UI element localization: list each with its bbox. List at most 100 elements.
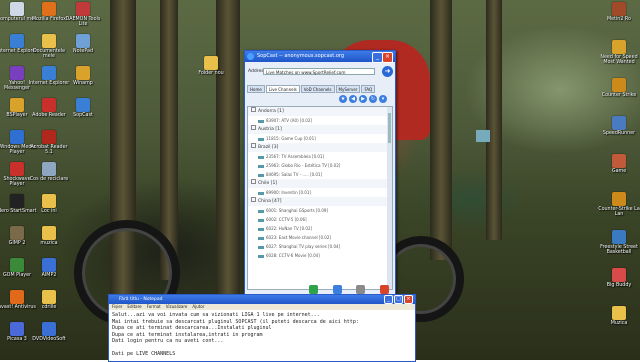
desktop-icon[interactable]: SpeedRunner xyxy=(598,116,640,136)
desktop-icon[interactable]: Cos de reciclare xyxy=(28,162,70,182)
sopcast-title: SopCast -- anonymous.sopcast.org xyxy=(257,53,345,59)
desktop-icon[interactable]: DVDVideoSoft xyxy=(28,322,70,342)
desktop-icon-label: Freestyle Street Basketball xyxy=(600,245,638,256)
channel-label: 6028: CCTV-6 Movie [0.04] xyxy=(266,253,320,258)
desktop-icon[interactable]: DAEMON Tools Lite xyxy=(62,2,104,28)
collapse-box-icon[interactable] xyxy=(251,197,256,202)
channel-item[interactable]: 6002: CCTV-5 [0.06] xyxy=(248,215,392,224)
channel-label: 6002: CCTV-5 [0.06] xyxy=(266,217,307,222)
app-icon xyxy=(10,322,24,336)
channel-group[interactable]: China [47] xyxy=(248,197,392,206)
desktop-icon[interactable]: Muzica xyxy=(598,306,640,326)
channel-label: 6022: HuNan TV [0.02] xyxy=(266,226,313,231)
notepad-titlebar[interactable]: Fără titlu - Notepad _ □ × xyxy=(109,295,415,304)
desktop-icon[interactable]: NotePad xyxy=(62,34,104,54)
expand-icon[interactable]: ▾ xyxy=(379,95,387,103)
desktop-icon[interactable]: Acrobat Reader 5.1 xyxy=(28,130,70,156)
channel-item[interactable]: 84695: Salas TV - ..... [0.01] xyxy=(248,170,392,179)
desktop-icon[interactable]: Loc ini xyxy=(28,194,70,214)
maximize-button[interactable]: □ xyxy=(394,295,403,304)
channel-group-label: Andorra [1] xyxy=(258,109,284,114)
sopcast-titlebar[interactable]: SopCast -- anonymous.sopcast.org _ × xyxy=(245,51,395,63)
desktop-icon[interactable]: SopCast xyxy=(62,98,104,118)
channel-item[interactable]: 83907: ATV (A0) [0.02] xyxy=(248,116,392,125)
tv-icon xyxy=(258,119,264,123)
forward-icon[interactable]: ▶ xyxy=(359,95,367,103)
close-button[interactable]: × xyxy=(404,295,413,304)
app-icon xyxy=(76,66,90,80)
menu-item[interactable]: Fișier xyxy=(112,304,122,309)
desktop-shortcut-icon[interactable] xyxy=(476,130,490,142)
scrollbar[interactable] xyxy=(387,107,392,289)
tv-icon xyxy=(258,137,264,141)
channel-item[interactable]: 6023: East Movie channel [0.02] xyxy=(248,233,392,242)
desktop-icon[interactable]: muzica xyxy=(28,226,70,246)
channel-item[interactable]: 23567: TV Assembleia [0.01] xyxy=(248,152,392,161)
address-input[interactable]: Live Matches on www.SportRelief.com xyxy=(263,68,375,75)
star-icon[interactable]: ★ xyxy=(339,95,347,103)
desktop-icon-label: DVDVideoSoft xyxy=(32,337,66,342)
channel-label: 6023: East Movie channel [0.02] xyxy=(266,235,331,240)
tab-faq[interactable]: FAQ xyxy=(361,85,376,93)
notepad-text-area[interactable]: Salut...azi va voi invata cum sa viziona… xyxy=(109,310,415,360)
menu-item[interactable]: Vizualizare xyxy=(166,304,188,309)
desktop-icon-label: Acrobat Reader 5.1 xyxy=(30,145,68,156)
tab-myserver[interactable]: MyServer xyxy=(335,85,361,93)
app-icon xyxy=(10,290,24,304)
app-icon xyxy=(612,230,626,244)
desktop-icon[interactable]: Winamp xyxy=(62,66,104,86)
channel-label: 83907: ATV (A0) [0.02] xyxy=(266,118,312,123)
close-button[interactable]: × xyxy=(382,52,393,63)
desktop-icon-label: Folder nou xyxy=(198,71,224,76)
menu-item[interactable]: Editare xyxy=(127,304,141,309)
tv-icon xyxy=(258,236,264,240)
channel-item[interactable]: 89900: Inventin [0.01] xyxy=(248,188,392,197)
refresh-icon[interactable]: ↻ xyxy=(369,95,377,103)
go-arrow-icon[interactable]: ➜ xyxy=(382,66,393,77)
collapse-box-icon[interactable] xyxy=(251,107,256,112)
scrollbar-thumb[interactable] xyxy=(388,113,391,143)
desktop-icon[interactable]: Counter Strike xyxy=(598,78,640,98)
collapse-box-icon[interactable] xyxy=(251,179,256,184)
channel-group[interactable]: Chile [1] xyxy=(248,179,392,188)
tab-vod-channels[interactable]: VoD Channels xyxy=(300,85,335,93)
channel-list[interactable]: Andorra [1] 83907: ATV (A0) [0.02] Austria… xyxy=(247,106,393,290)
channel-item[interactable]: 25963: Globo Rio - Estética TV [0.02] xyxy=(248,161,392,170)
channel-item[interactable]: 6022: HuNan TV [0.02] xyxy=(248,224,392,233)
app-icon xyxy=(612,268,626,282)
channel-group[interactable]: Brazil [3] xyxy=(248,143,392,152)
sopcast-tabs: Home Live Channels VoD Channels MyServer FAQ xyxy=(247,85,393,93)
desktop-icon[interactable]: Counter-Strike La Lan xyxy=(598,192,640,218)
desktop-icon[interactable]: cdrille xyxy=(28,290,70,310)
channel-item[interactable]: 11815: Game Cup [0.01] xyxy=(248,134,392,143)
desktop-icon[interactable]: Need for Speed Most Wanted xyxy=(598,40,640,66)
desktop-icon-folder[interactable]: Folder nou xyxy=(190,56,232,76)
back-icon[interactable]: ◀ xyxy=(349,95,357,103)
tab-home[interactable]: Home xyxy=(247,85,265,93)
app-icon xyxy=(42,322,56,336)
channel-item[interactable]: 6027: Shanghai TV play series [0.04] xyxy=(248,242,392,251)
desktop-icon[interactable]: Game xyxy=(598,154,640,174)
tab-live-channels[interactable]: Live Channels xyxy=(265,85,300,93)
channel-item[interactable]: 6001: Shanghai GSports [0.09] xyxy=(248,206,392,215)
collapse-box-icon[interactable] xyxy=(251,143,256,148)
channel-group[interactable]: Austria [1] xyxy=(248,125,392,134)
desktop-icon[interactable]: Freestyle Street Basketball xyxy=(598,230,640,256)
desktop-icon[interactable]: Big Buddy xyxy=(598,268,640,288)
menu-item[interactable]: Ajutor xyxy=(192,304,204,309)
desktop-icon[interactable]: Metin2 Ro xyxy=(598,2,640,22)
channel-label: 11815: Game Cup [0.01] xyxy=(266,136,316,141)
menu-item[interactable]: Format xyxy=(147,304,161,309)
channel-group-label: China [47] xyxy=(258,199,282,204)
desktop-icon-label: Counter Strike xyxy=(601,93,637,98)
channel-item[interactable]: 6028: CCTV-6 Movie [0.04] xyxy=(248,251,392,260)
channel-label: 6001: Shanghai GSports [0.09] xyxy=(266,208,328,213)
channel-group[interactable]: Andorra [1] xyxy=(248,107,392,116)
collapse-box-icon[interactable] xyxy=(251,125,256,130)
minimize-button[interactable]: _ xyxy=(384,295,393,304)
desktop-icon[interactable]: AIMP2 xyxy=(28,258,70,278)
app-icon xyxy=(10,162,24,176)
app-icon xyxy=(10,194,24,208)
desktop-icon-label: Counter-Strike La Lan xyxy=(598,207,640,218)
app-icon xyxy=(10,34,24,48)
